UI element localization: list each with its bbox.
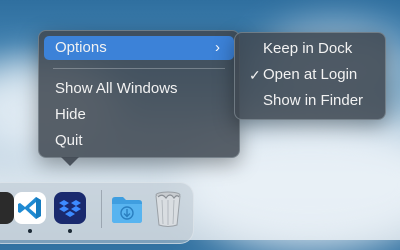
menu-item-hide[interactable]: Hide [44,103,234,127]
menu-item-options-label: Options [55,39,107,56]
submenu-item-keep-in-dock[interactable]: Keep in Dock [241,37,379,61]
running-indicator [28,229,32,233]
downloads-folder-icon[interactable] [110,194,142,226]
menu-item-label: Hide [55,106,86,123]
options-submenu: Keep in Dock ✓ Open at Login Show in Fin… [234,32,386,120]
submenu-item-label: Open at Login [263,66,358,83]
checkmark-icon: ✓ [249,67,261,83]
running-indicator [68,229,72,233]
menu-item-options[interactable]: Options › [44,36,234,60]
menu-item-label: Show All Windows [55,80,178,97]
chevron-right-icon: › [215,39,220,56]
submenu-item-open-at-login[interactable]: ✓ Open at Login [241,63,379,87]
trash-icon[interactable] [152,188,184,228]
submenu-item-label: Show in Finder [263,92,364,109]
submenu-item-show-in-finder[interactable]: Show in Finder [241,89,379,113]
menu-item-show-all-windows[interactable]: Show All Windows [44,77,234,101]
submenu-item-label: Keep in Dock [263,40,353,57]
menu-separator [53,68,225,69]
dropbox-icon[interactable] [54,192,86,224]
menu-item-label: Quit [55,132,83,149]
app-icon-partial[interactable] [0,192,14,224]
dock-context-menu: Options › Show All Windows Hide Quit [38,30,240,166]
vscode-icon[interactable] [14,192,46,224]
menu-item-quit[interactable]: Quit [44,129,234,153]
dock-separator [101,190,102,228]
